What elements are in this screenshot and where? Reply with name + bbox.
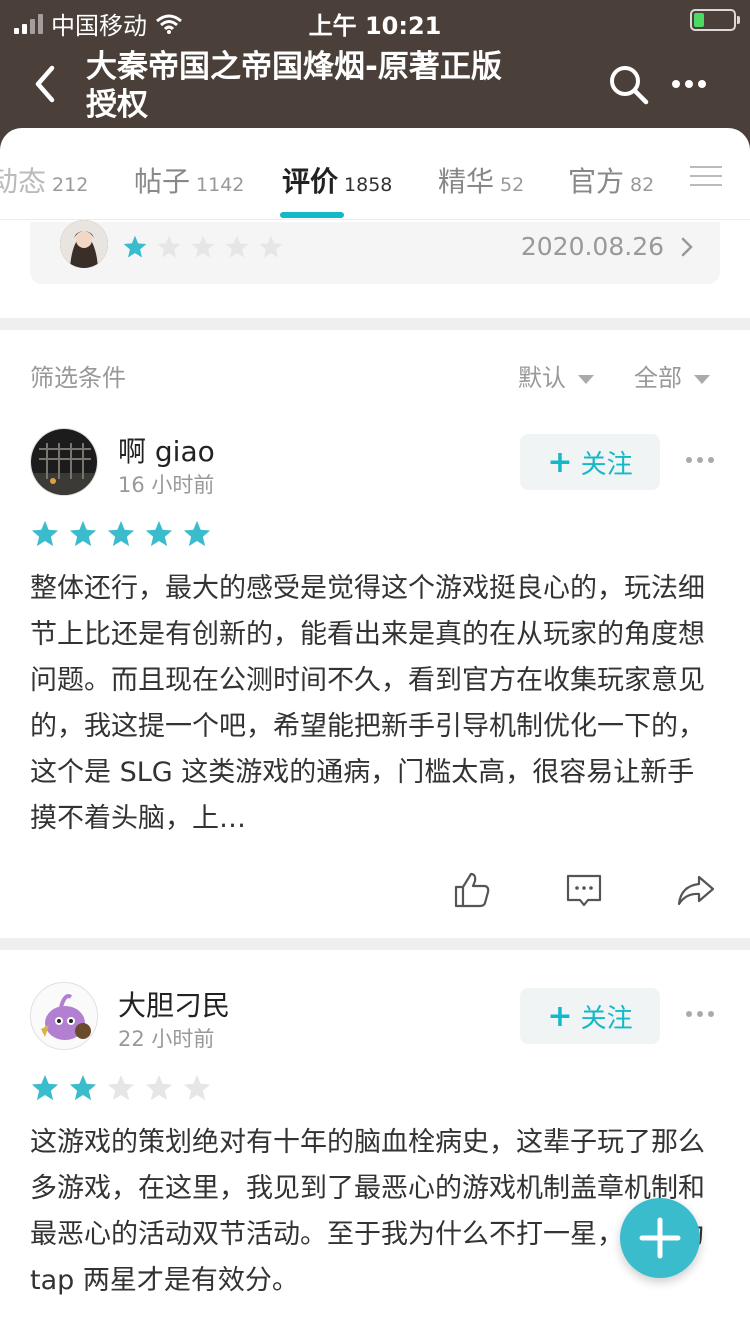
section-divider (0, 318, 750, 330)
chevron-right-icon (681, 237, 693, 257)
add-review-button[interactable] (620, 1198, 700, 1278)
plus-icon: + (547, 444, 573, 480)
star-filled-icon (69, 1074, 97, 1101)
star-filled-icon (31, 520, 59, 547)
active-tab-indicator (280, 212, 344, 218)
review-actions (0, 870, 750, 910)
my-avatar (60, 220, 108, 268)
battery-icon (690, 9, 740, 31)
tab-reviews[interactable]: 评价 1858 (282, 160, 392, 200)
my-rating-stars (122, 234, 284, 260)
tab-activity[interactable]: 动态 212 (0, 160, 88, 200)
tab-count: 1142 (196, 174, 245, 196)
comment-icon[interactable] (564, 870, 604, 910)
section-tabs: 动态 212 帖子 1142 评价 1858 精华 52 官方 82 (0, 128, 750, 220)
star-empty-icon (183, 1074, 211, 1101)
star-empty-icon (145, 1074, 173, 1101)
back-button[interactable] (26, 62, 66, 106)
scope-value: 全部 (634, 364, 682, 392)
my-rating-card[interactable]: 2020.08.26 (30, 220, 720, 284)
follow-label: 关注 (580, 449, 633, 480)
review-text[interactable]: 这游戏的策划绝对有十年的脑血栓病史，这辈子玩了那么多游戏，在这里，我见到了最恶心… (30, 1120, 720, 1304)
star-empty-icon (259, 235, 283, 258)
post-time: 16 小时前 (118, 473, 215, 497)
tab-label: 动态 (0, 165, 47, 198)
tab-label: 评价 (282, 165, 339, 198)
follow-button[interactable]: + 关注 (520, 434, 660, 490)
tab-posts[interactable]: 帖子 1142 (134, 160, 244, 200)
tab-label: 官方 (568, 165, 625, 198)
follow-label: 关注 (580, 1003, 633, 1034)
more-options-button[interactable] (672, 66, 722, 102)
tab-count: 82 (630, 174, 655, 196)
sort-dropdown[interactable]: 默认 (518, 358, 594, 393)
avatar[interactable] (30, 982, 98, 1050)
filter-label: 筛选条件 (30, 364, 126, 392)
plus-icon: + (547, 998, 573, 1034)
star-filled-icon (31, 1074, 59, 1101)
follow-button[interactable]: + 关注 (520, 988, 660, 1044)
star-filled-icon (123, 235, 147, 258)
post-time: 22 小时前 (118, 1027, 215, 1051)
section-divider (0, 938, 750, 950)
tab-label: 精华 (438, 165, 495, 198)
tab-featured[interactable]: 精华 52 (438, 160, 524, 200)
avatar[interactable] (30, 428, 98, 496)
star-filled-icon (183, 520, 211, 547)
star-filled-icon (145, 520, 173, 547)
tab-list-menu-icon[interactable] (690, 162, 722, 192)
status-bar: 中国移动 上午 10:21 (0, 0, 750, 40)
username[interactable]: 大胆刁民 (118, 984, 230, 1024)
page-title: 大秦帝国之帝国烽烟-原著正版授权 (86, 49, 502, 123)
my-rating-date: 2020.08.26 (520, 232, 664, 261)
tab-official[interactable]: 官方 82 (568, 160, 654, 200)
sort-value: 默认 (518, 364, 566, 392)
review-text[interactable]: 整体还行，最大的感受是觉得这个游戏挺良心的，玩法细节上比还是有创新的，能看出来是… (30, 566, 720, 842)
star-filled-icon (69, 520, 97, 547)
like-icon[interactable] (452, 870, 492, 910)
status-time: 上午 10:21 (308, 12, 442, 40)
tab-count: 52 (500, 174, 525, 196)
tab-label: 帖子 (134, 165, 191, 198)
review-stars (30, 519, 212, 549)
star-empty-icon (107, 1074, 135, 1101)
review-more-icon[interactable] (686, 1011, 716, 1021)
star-empty-icon (225, 235, 249, 258)
caret-down-icon (694, 374, 710, 384)
tab-count: 212 (52, 174, 89, 196)
search-button[interactable] (606, 62, 650, 106)
review-more-icon[interactable] (686, 457, 716, 467)
star-filled-icon (107, 520, 135, 547)
username[interactable]: 啊 giao (118, 430, 215, 470)
share-icon[interactable] (676, 870, 716, 910)
review-stars (30, 1073, 212, 1103)
star-empty-icon (157, 235, 181, 258)
scope-dropdown[interactable]: 全部 (634, 358, 710, 393)
star-empty-icon (191, 235, 215, 258)
tab-count: 1858 (344, 174, 393, 196)
caret-down-icon (578, 374, 594, 384)
